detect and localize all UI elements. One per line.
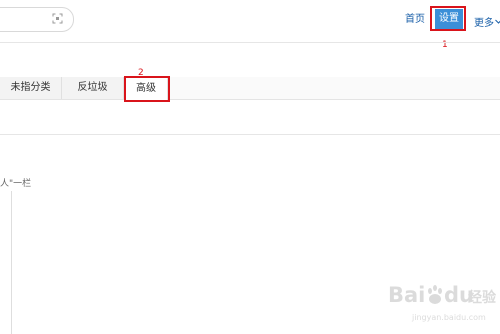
- more-label: 更多: [474, 18, 494, 29]
- paw-icon: [428, 285, 442, 304]
- settings-button[interactable]: 设置: [435, 9, 463, 29]
- scan-icon[interactable]: [52, 13, 63, 24]
- more-menu[interactable]: 更多: [474, 14, 500, 29]
- search-input[interactable]: [0, 7, 74, 32]
- watermark-cn: 经验: [468, 290, 496, 306]
- partial-instruction-text: 人"一栏: [0, 179, 32, 189]
- content-border-line: [11, 191, 12, 334]
- home-link[interactable]: 首页: [405, 14, 425, 26]
- watermark-brand: Bai: [388, 283, 426, 307]
- section-divider: [0, 134, 500, 135]
- tab-anti-spam[interactable]: 反垃圾: [62, 77, 124, 99]
- header-divider: [0, 42, 500, 43]
- annotation-number-2: 2: [138, 68, 144, 78]
- page: 首页 设置 更多 1 未指分类 反垃圾 高级 2 人"一栏 Bai du 经验 …: [0, 0, 500, 334]
- watermark-url: jingyan.baidu.com: [412, 313, 486, 322]
- chevron-down-icon: [495, 19, 500, 24]
- baidu-watermark: Bai du 经验 jingyan.baidu.com: [388, 283, 496, 329]
- tab-uncategorized[interactable]: 未指分类: [0, 77, 62, 99]
- tab-advanced[interactable]: 高级: [124, 77, 168, 101]
